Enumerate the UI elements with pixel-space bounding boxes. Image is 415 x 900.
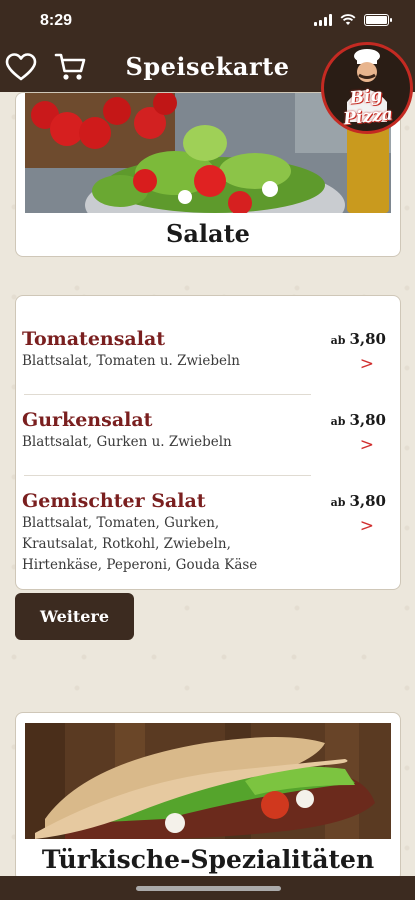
category-card-tuerkische-spezialitaeten[interactable]: Türkische-Spezialitäten <box>15 712 401 882</box>
status-icons <box>314 14 392 26</box>
home-indicator[interactable] <box>136 886 281 891</box>
divider <box>24 394 311 395</box>
brand-logo[interactable]: Big Pizza <box>321 42 413 134</box>
divider <box>24 475 311 476</box>
chevron-right-icon[interactable]: > <box>360 354 374 374</box>
item-description: Blattsalat, Tomaten u. Zwiebeln <box>22 353 240 369</box>
price-value: 3,80 <box>349 411 386 429</box>
signal-icon <box>314 14 332 26</box>
price-prefix: ab <box>330 415 346 428</box>
menu-item[interactable]: Gemischter Salat Blattsalat, Tomaten, Gu… <box>22 490 386 576</box>
price-prefix: ab <box>330 334 346 347</box>
price-value: 3,80 <box>349 330 386 348</box>
battery-icon <box>364 14 392 26</box>
status-time: 8:29 <box>40 12 73 29</box>
item-price: ab 3,80 <box>331 330 386 348</box>
price-prefix: ab <box>330 496 346 509</box>
chevron-right-icon[interactable]: > <box>360 516 374 536</box>
more-button[interactable]: Weitere <box>15 593 134 640</box>
home-indicator-area <box>0 876 415 900</box>
menu-items-card: Tomatensalat Blattsalat, Tomaten u. Zwie… <box>15 295 401 590</box>
doner-image <box>25 723 391 839</box>
category-title: Salate <box>166 219 250 248</box>
chevron-right-icon[interactable]: > <box>360 435 374 455</box>
wifi-icon <box>340 14 356 25</box>
doner-photo-icon <box>25 723 391 839</box>
menu-item[interactable]: Tomatensalat Blattsalat, Tomaten u. Zwie… <box>22 328 386 374</box>
category-title: Türkische-Spezialitäten <box>41 845 375 874</box>
item-description: Blattsalat, Gurken u. Zwiebeln <box>22 434 232 450</box>
status-bar: 8:29 <box>0 0 415 42</box>
item-price: ab 3,80 <box>331 492 386 510</box>
item-price: ab 3,80 <box>331 411 386 429</box>
item-description: Blattsalat, Tomaten, Gurken, Krautsalat,… <box>22 515 258 573</box>
menu-item[interactable]: Gurkensalat Blattsalat, Gurken u. Zwiebe… <box>22 409 386 455</box>
price-value: 3,80 <box>349 492 386 510</box>
